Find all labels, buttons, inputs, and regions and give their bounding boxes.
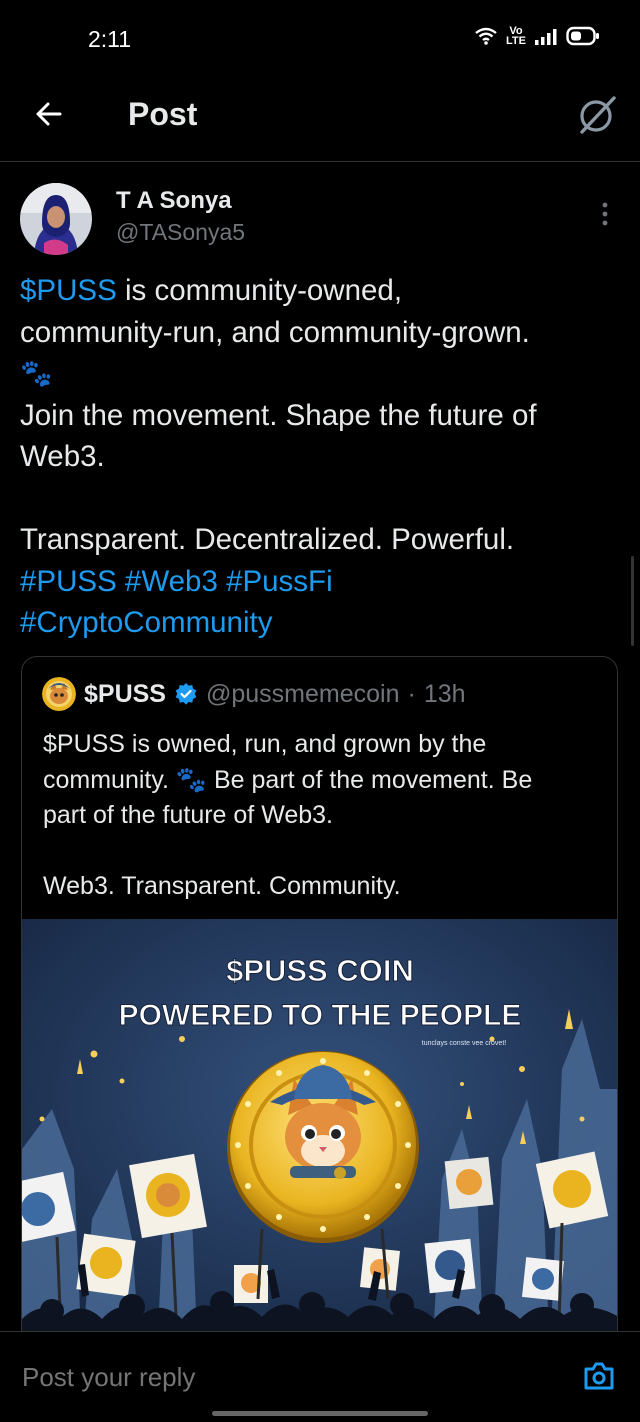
cat-avatar-image	[42, 677, 76, 711]
quote-text-part: Be part of the movement. Be	[207, 765, 533, 794]
quote-text-line: part of the future of Web3.	[43, 801, 333, 829]
more-options-button[interactable]	[590, 199, 620, 229]
home-indicator[interactable]	[212, 1411, 428, 1416]
post-text-line: Join the movement. Shape the future of	[20, 398, 537, 432]
hashtag-links[interactable]: #PUSS #Web3 #PussFi	[20, 561, 620, 603]
post-text-line: is community-owned,	[116, 274, 403, 307]
status-time: 2:11	[88, 26, 132, 52]
quote-text-part: community.	[43, 765, 176, 794]
paw-prints-emoji: 🐾	[20, 358, 53, 388]
reply-input[interactable]	[22, 1362, 502, 1393]
poster-title-line-2: POWERED TO THE PEOPLE	[119, 999, 522, 1032]
post-author: T A Sonya @TASonya5	[20, 183, 620, 258]
camera-button[interactable]	[582, 1359, 616, 1393]
poster-tagline: tunclays conste vee crovet!	[422, 1040, 506, 1047]
grok-button[interactable]	[576, 94, 618, 136]
post-text-line: Web3.	[20, 440, 105, 473]
quote-author-name: $PUSS	[84, 679, 166, 708]
quote-image[interactable]: $PUSS COIN POWERED TO THE PEOPLE tunclay…	[22, 919, 617, 1355]
header: Post	[0, 80, 640, 162]
reply-bar	[0, 1331, 640, 1422]
quote-text-line: $PUSS is owned, run, and grown by the	[43, 730, 487, 758]
post-text-line: community-run, and community-grown.	[20, 315, 530, 349]
quoted-post[interactable]: $PUSS @pussmemecoin · 13h $PUSS is owned…	[21, 656, 618, 1356]
volte-icon: Vo LTE	[506, 26, 526, 47]
volte-bottom: LTE	[506, 35, 526, 47]
status-bar: 2:11 Vo LTE	[0, 0, 640, 80]
post-text-line: Transparent. Decentralized. Powerful.	[20, 523, 515, 556]
wifi-icon	[475, 27, 497, 45]
quote-header: $PUSS @pussmemecoin · 13h	[42, 677, 466, 711]
avatar[interactable]	[20, 183, 92, 255]
verified-badge-icon	[175, 683, 197, 705]
poster-title-line-1: $PUSS COIN	[226, 953, 414, 988]
camera-icon	[584, 1362, 614, 1390]
cashtag-link[interactable]: $PUSS	[20, 274, 117, 307]
battery-icon	[566, 26, 599, 46]
signal-icon	[535, 29, 557, 45]
author-handle[interactable]: @TASonya5	[116, 219, 245, 246]
dot-separator: ·	[407, 679, 416, 708]
puss-coin-poster-image: $PUSS COIN POWERED TO THE PEOPLE tunclay…	[22, 919, 617, 1355]
grok-icon	[580, 96, 616, 134]
more-vertical-icon	[602, 202, 608, 226]
status-icons: Vo LTE	[474, 26, 600, 47]
arrow-left-icon	[36, 102, 62, 126]
hashtag-link[interactable]: #CryptoCommunity	[20, 602, 620, 644]
quote-text-line: Web3. Transparent. Community.	[43, 872, 401, 900]
page-title: Post	[128, 96, 198, 132]
author-name[interactable]: T A Sonya	[116, 187, 232, 215]
author-avatar-image	[20, 183, 92, 255]
back-button[interactable]	[30, 94, 70, 134]
quote-text: $PUSS is owned, run, and grown by the co…	[43, 727, 603, 905]
quote-author-handle: @pussmemecoin	[205, 679, 400, 708]
post-text: $PUSS is community-owned, community-run,…	[20, 270, 620, 644]
quote-timestamp: 13h	[423, 679, 466, 708]
quote-avatar	[42, 677, 76, 711]
paw-prints-emoji: 🐾	[175, 765, 208, 794]
scrollbar-thumb[interactable]	[631, 556, 634, 646]
